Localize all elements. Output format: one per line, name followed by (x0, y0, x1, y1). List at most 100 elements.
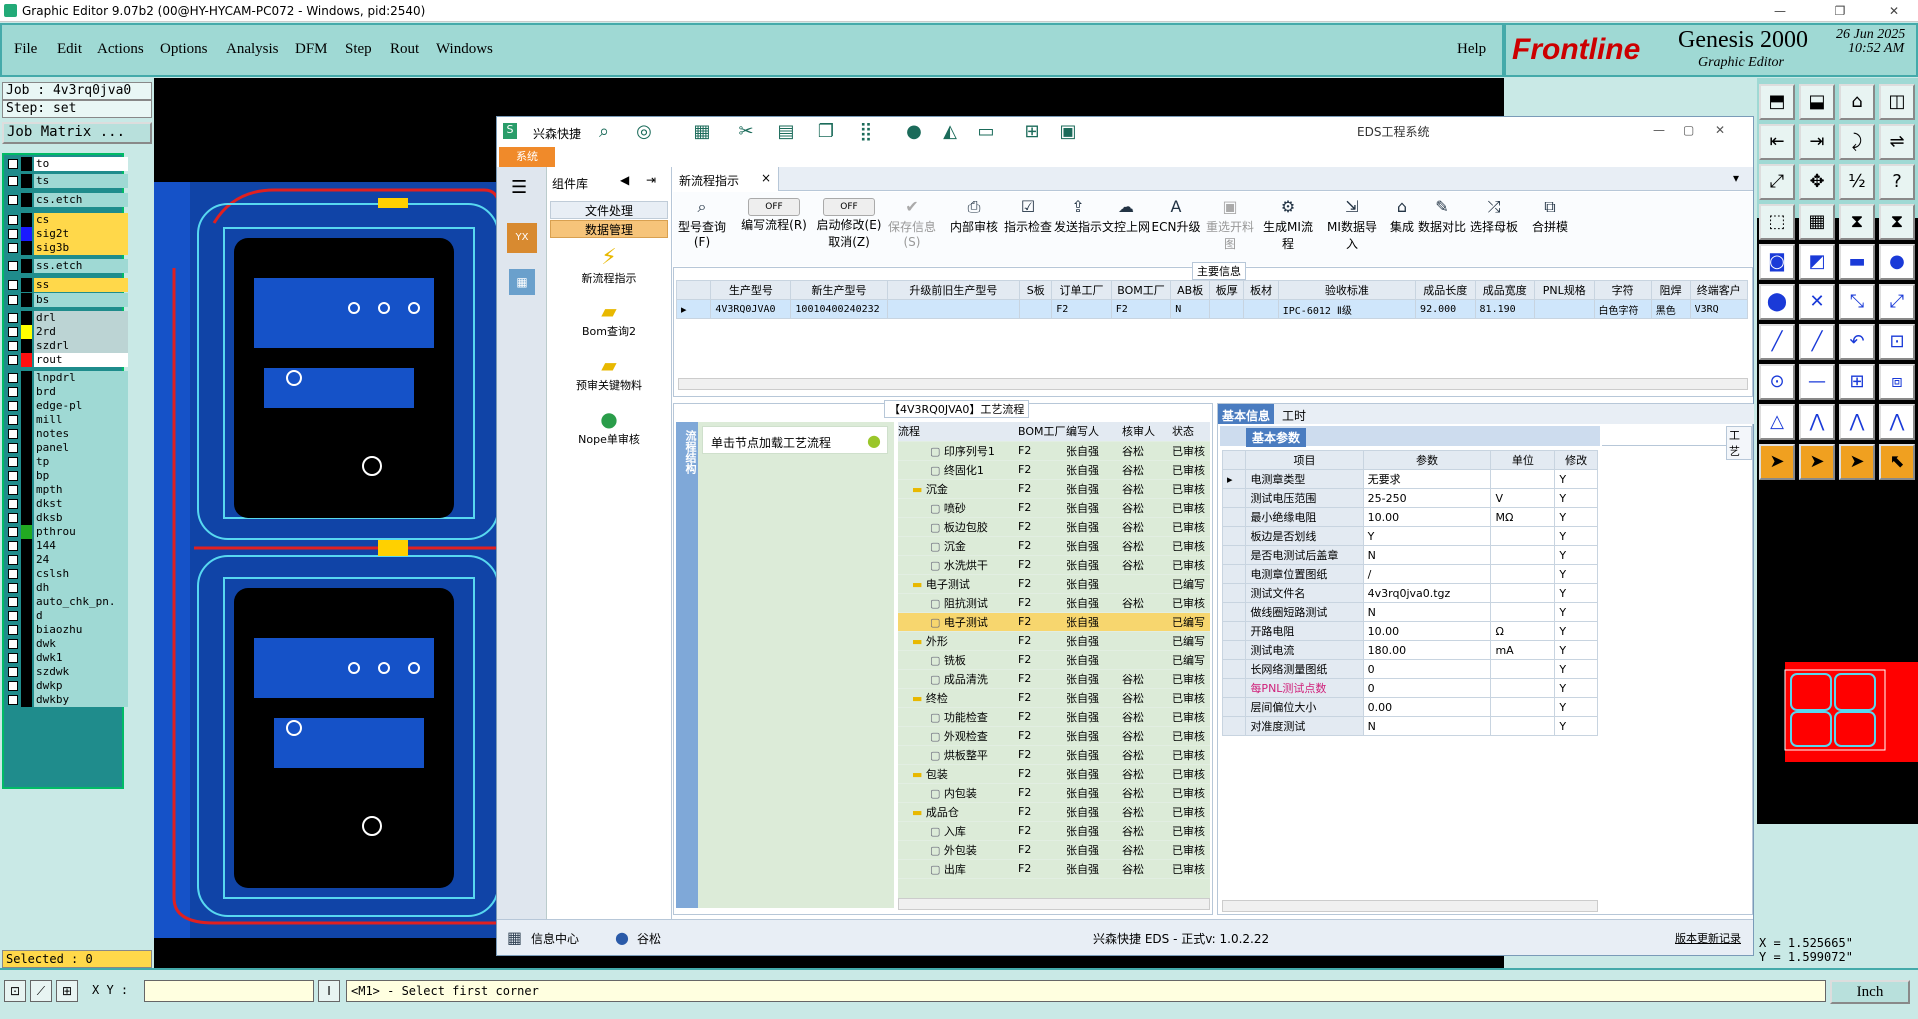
layer-row[interactable]: drl (8, 311, 128, 325)
tree-row[interactable]: ▢ 板边包胶 F2 张自强 谷松 已审核 (898, 517, 1210, 537)
param-row[interactable]: 开路电阻 10.00 Ω Y (1221, 621, 1598, 641)
tree-row[interactable]: ▢ 终固化1 F2 张自强 谷松 已审核 (898, 460, 1210, 480)
layer-checkbox[interactable] (8, 611, 18, 621)
layer-row[interactable]: notes (8, 427, 128, 441)
internal-review-button[interactable]: ⎙ 内部审核 (945, 196, 1003, 260)
compare-button[interactable]: ✎ 数据对比 (1413, 196, 1471, 260)
param-row[interactable]: 板边是否划线 Y Y (1221, 526, 1598, 546)
edit-flow-toggle[interactable]: OFF 编写流程(R) (739, 196, 809, 260)
tree-row[interactable]: ▢ 入库 F2 张自强 谷松 已审核 (898, 821, 1210, 841)
layers-toggle2-icon[interactable]: ⧗ (1879, 204, 1915, 240)
table-icon[interactable]: ▦ (689, 121, 715, 143)
layer-checkbox[interactable] (8, 229, 18, 239)
layer-checkbox[interactable] (8, 513, 18, 523)
menu-windows[interactable]: Windows (436, 41, 493, 58)
edit-shape-icon[interactable]: ◩ (1799, 244, 1835, 280)
arrow-out-icon[interactable]: ⇥ (1799, 124, 1835, 160)
param-row[interactable]: 对准度测试 N Y (1221, 716, 1598, 736)
layer-row[interactable]: rout (8, 353, 128, 367)
param-value[interactable]: N (1362, 545, 1492, 565)
layer-row[interactable]: biaozhu (8, 623, 128, 637)
flow-structure-side-tab[interactable]: 流程结构 (676, 422, 698, 908)
menu-dfm[interactable]: DFM (295, 41, 328, 58)
split-icon[interactable]: ⇌ (1879, 124, 1915, 160)
connect-icon[interactable]: ⤡ (1839, 284, 1875, 320)
tree-row[interactable]: ▢ 烘板整平 F2 张自强 谷松 已审核 (898, 745, 1210, 765)
layer-checkbox[interactable] (8, 387, 18, 397)
layer-checkbox[interactable] (8, 639, 18, 649)
measure-tool-icon[interactable]: ⟋ (30, 980, 52, 1002)
layer-row[interactable]: dwk (8, 637, 128, 651)
param-value[interactable]: 10.00 (1362, 507, 1492, 527)
menu-file[interactable]: File (14, 41, 37, 58)
menu-step[interactable]: Step (345, 41, 372, 58)
layer-checkbox[interactable] (8, 313, 18, 323)
param-value[interactable]: 0.00 (1362, 697, 1492, 717)
column-header[interactable]: PNL规格 (1534, 280, 1595, 300)
layer-row[interactable]: 144 (8, 539, 128, 553)
param-h-scrollbar[interactable] (1222, 900, 1598, 912)
layer-row[interactable]: szdrl (8, 339, 128, 353)
collapse-left-icon[interactable]: ◀ (620, 173, 629, 187)
tree-row[interactable]: ▢ 印序列号1 F2 张自强 谷松 已审核 (898, 441, 1210, 461)
param-row[interactable]: 做线圈短路测试 N Y (1221, 602, 1598, 622)
layer-checkbox[interactable] (8, 541, 18, 551)
cursor-icon[interactable]: I (318, 980, 340, 1002)
scale-icon[interactable]: ½ (1839, 164, 1875, 200)
layer-row[interactable]: auto_chk_pn. (8, 595, 128, 609)
tree-row[interactable]: ▬ 外形 F2 张自强 已编写 (898, 631, 1210, 651)
layer-row[interactable]: ss (8, 278, 128, 292)
save-info-button[interactable]: ✔ 保存信息(S) (883, 196, 941, 260)
arc-icon[interactable]: ⋀ (1799, 404, 1835, 440)
route-icon[interactable]: ⤸ (1839, 124, 1875, 160)
layer-checkbox[interactable] (8, 695, 18, 705)
pointer3-icon[interactable]: ➤ (1839, 444, 1875, 480)
layer-checkbox[interactable] (8, 429, 18, 439)
layer-checkbox[interactable] (8, 355, 18, 365)
tree-row[interactable]: ▬ 沉金 F2 张自强 谷松 已审核 (898, 479, 1210, 499)
windows-icon[interactable]: ⊞ (1019, 121, 1045, 143)
layer-row[interactable]: mill (8, 413, 128, 427)
select-mother-button[interactable]: ⤮ 选择母板 (1465, 196, 1523, 260)
layer-checkbox[interactable] (8, 471, 18, 481)
param-row[interactable]: 每PNL测试点数 0 Y (1221, 678, 1598, 698)
layer-checkbox[interactable] (8, 443, 18, 453)
column-header[interactable]: 字符 (1593, 280, 1652, 300)
lib-item-nope-review[interactable]: ● Nope单审核 (552, 407, 666, 447)
param-value[interactable]: Y (1362, 526, 1492, 546)
layer-row[interactable]: ss.etch (8, 259, 128, 273)
link-icon[interactable]: ⤢ (1879, 284, 1915, 320)
info-center-link[interactable]: 信息中心 (531, 930, 579, 947)
yx-module-icon[interactable]: YX (507, 223, 537, 253)
column-header[interactable]: 终端客户 (1689, 280, 1749, 300)
layer-checkbox[interactable] (8, 681, 18, 691)
layer-checkbox[interactable] (8, 295, 18, 305)
column-header[interactable]: 验收标准 (1277, 280, 1417, 300)
layer-checkbox[interactable] (8, 159, 18, 169)
cross-icon[interactable]: ✕ (1799, 284, 1835, 320)
layer-checkbox[interactable] (8, 176, 18, 186)
xy-input[interactable] (144, 980, 314, 1002)
start-modify-toggle[interactable]: OFF 启动修改(E) 取消(Z) (813, 196, 885, 260)
tree-row[interactable]: ▢ 成品清洗 F2 张自强 谷松 已审核 (898, 669, 1210, 689)
tab-basic-info[interactable]: 基本信息 (1218, 404, 1274, 424)
lib-item-prereview[interactable]: ▰ 预审关键物料 (552, 353, 666, 393)
layer-checkbox[interactable] (8, 583, 18, 593)
merge-button[interactable]: ⧉ 合拼模 (1521, 196, 1579, 260)
layer-checkbox[interactable] (8, 485, 18, 495)
layer-row[interactable]: cs.etch (8, 193, 128, 207)
layer-row[interactable]: mpth (8, 483, 128, 497)
column-header[interactable]: 升级前旧生产型号 (886, 280, 1021, 300)
tree-row[interactable]: ▬ 包装 F2 张自强 谷松 已审核 (898, 764, 1210, 784)
layer-row[interactable]: dksb (8, 511, 128, 525)
search-icon[interactable]: ⌕ (591, 121, 617, 143)
menu-analysis[interactable]: Analysis (226, 41, 279, 58)
tree-row[interactable]: ▢ 出库 F2 张自强 谷松 已审核 (898, 859, 1210, 879)
eds-maximize-button[interactable]: ▢ (1683, 123, 1694, 137)
param-value[interactable]: 180.00 (1362, 640, 1492, 660)
help-ring-icon[interactable]: ◎ (631, 121, 657, 143)
param-value[interactable]: N (1362, 716, 1492, 736)
reselect-chart-button[interactable]: ▣ 重选开料图 (1201, 196, 1259, 260)
maximize-button[interactable]: ❐ (1818, 0, 1862, 22)
layer-row[interactable]: dwkby (8, 693, 128, 707)
